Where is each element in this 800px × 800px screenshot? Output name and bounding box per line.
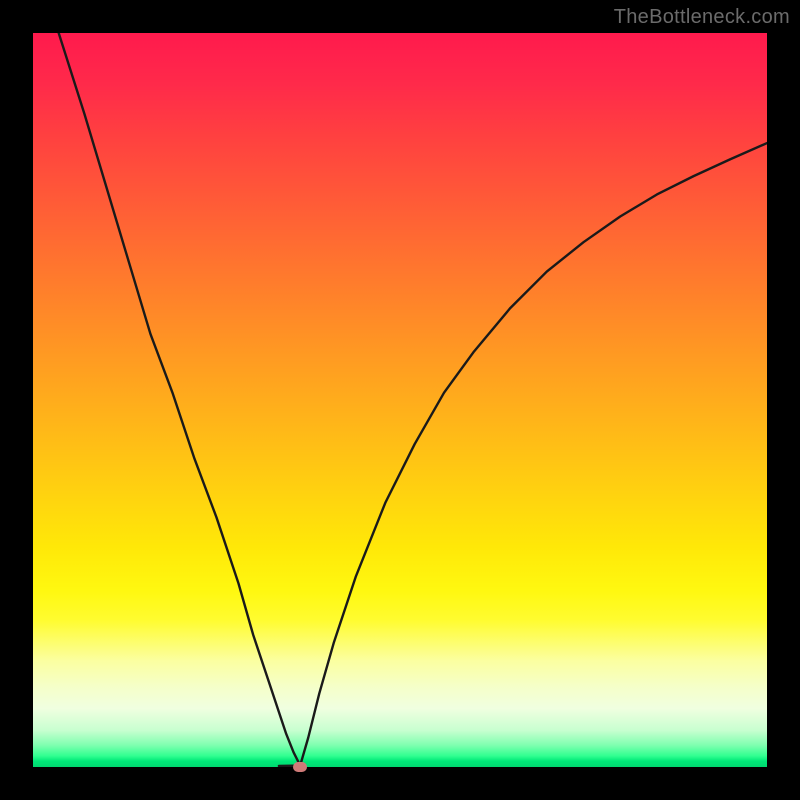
bottleneck-curve (33, 33, 767, 767)
optimum-marker (293, 762, 307, 772)
watermark-text: TheBottleneck.com (614, 6, 790, 29)
chart-frame: TheBottleneck.com (0, 0, 800, 800)
plot-area (33, 33, 767, 767)
